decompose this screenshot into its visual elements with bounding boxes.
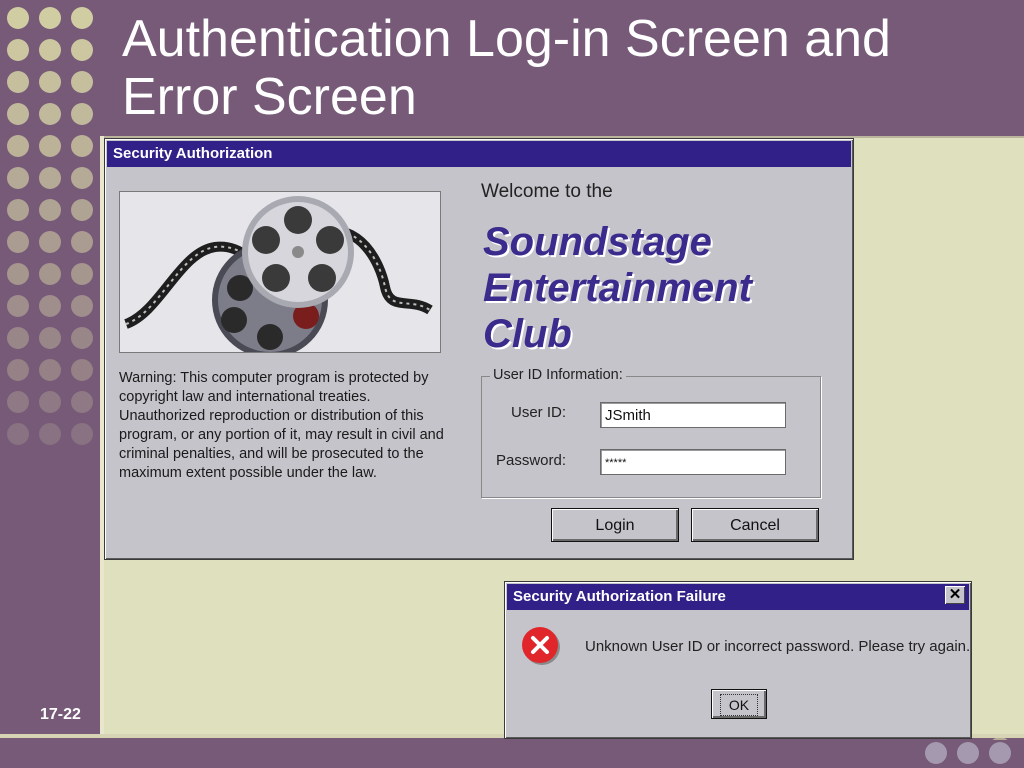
decorative-dot [71,71,93,93]
cancel-button[interactable]: Cancel [691,508,819,542]
brand-line-1: Soundstage [483,220,712,264]
user-id-label: User ID: [510,404,566,421]
decorative-dot [39,199,61,221]
decorative-dot [39,359,61,381]
decorative-dot [989,742,1011,764]
decorative-dot [39,103,61,125]
dot-pattern-left [7,7,93,445]
decorative-dot [71,167,93,189]
welcome-text: Welcome to the [481,181,613,202]
user-id-input[interactable]: JSmith [600,402,786,428]
error-dialog-titlebar: Security Authorization Failure [507,584,969,610]
error-x-icon [521,626,561,666]
brand-line-2: Entertainment [483,266,752,310]
decorative-dot [7,39,29,61]
decorative-dot [71,327,93,349]
decorative-dot [925,742,947,764]
decorative-dot [7,71,29,93]
decorative-dot [7,167,29,189]
slide-number: 17-22 [40,706,81,723]
decorative-dot [39,135,61,157]
decorative-dot [39,391,61,413]
decorative-dot [71,103,93,125]
decorative-dot [39,263,61,285]
password-label: Password: [495,452,566,469]
decorative-dot [7,423,29,445]
film-reel-image [119,191,441,358]
decorative-dot [7,103,29,125]
ok-button-label: OK [719,694,759,716]
security-authorization-failure-dialog: Security Authorization Failure ✕ Unknown… [504,581,972,739]
decorative-dot [71,135,93,157]
slide-title: Authentication Log-in Screen and Error S… [122,10,891,126]
decorative-dot [7,359,29,381]
decorative-dot [7,263,29,285]
group-label: User ID Information: [490,367,626,383]
decorative-dot [39,231,61,253]
decorative-dot [71,423,93,445]
user-id-information-group: User ID Information: User ID: JSmith Pas… [481,367,821,498]
decorative-dot [7,295,29,317]
login-window-titlebar: Security Authorization [107,141,851,167]
decorative-dot [39,167,61,189]
decorative-dot [39,39,61,61]
brand-line-3: Club [483,312,572,356]
decorative-dot [7,135,29,157]
error-message: Unknown User ID or incorrect password. P… [585,638,971,655]
decorative-dot [7,199,29,221]
decorative-dot [71,295,93,317]
decorative-dot [7,7,29,29]
ok-button[interactable]: OK [711,689,767,719]
close-icon[interactable]: ✕ [945,586,965,604]
decorative-dot [71,391,93,413]
decorative-dot [7,391,29,413]
decorative-dot [39,295,61,317]
decorative-dot [71,199,93,221]
decorative-dot [71,263,93,285]
decorative-dot [71,39,93,61]
decorative-dot [39,7,61,29]
decorative-dot [7,231,29,253]
brand-name: Soundstage Entertainment Club [483,219,752,357]
security-authorization-window: Security Authorization Warning: This com… [104,138,854,560]
password-input[interactable]: ***** [600,449,786,475]
decorative-dot [7,327,29,349]
film-reel-icon [120,192,440,358]
copyright-warning: Warning: This computer program is protec… [119,370,444,481]
decorative-dot [71,7,93,29]
decorative-dot [39,423,61,445]
login-button[interactable]: Login [551,508,679,542]
dot-pattern-bottom [925,742,1011,764]
decorative-dot [957,742,979,764]
decorative-dot [71,231,93,253]
decorative-dot [39,327,61,349]
decorative-dot [71,359,93,381]
decorative-dot [39,71,61,93]
